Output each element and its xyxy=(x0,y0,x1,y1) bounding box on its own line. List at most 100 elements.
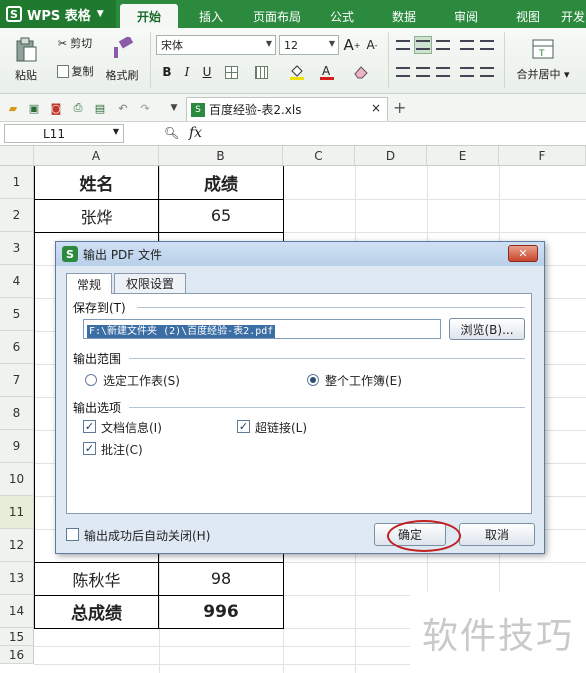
cell-b1[interactable]: 成绩 xyxy=(159,166,283,199)
cell-b13[interactable]: 98 xyxy=(159,562,283,595)
borders-button[interactable] xyxy=(222,63,240,81)
paste-button[interactable]: 粘贴 xyxy=(6,34,46,86)
open-folder-icon[interactable]: ▰ xyxy=(6,101,20,115)
browse-button[interactable]: 浏览(B)... xyxy=(449,318,525,340)
row-header-8[interactable]: 8 xyxy=(0,397,34,430)
align-top-button[interactable] xyxy=(394,36,412,54)
tab-page-layout[interactable]: 页面布局 xyxy=(246,4,308,28)
fill-pattern-button[interactable] xyxy=(252,63,270,81)
checkbox-comment[interactable]: ✓ xyxy=(83,442,96,455)
tab-permissions[interactable]: 权限设置 xyxy=(114,273,186,293)
align-middle-button[interactable] xyxy=(414,36,432,54)
cell-b14[interactable]: 996 xyxy=(159,595,283,628)
row-header-9[interactable]: 9 xyxy=(0,430,34,463)
underline-button[interactable]: U xyxy=(198,63,216,81)
svg-text:T: T xyxy=(538,49,545,59)
insert-function-button[interactable]: fx xyxy=(189,125,202,141)
wps-app-menu[interactable]: S WPS 表格 ▼ xyxy=(0,0,116,28)
row-header-10[interactable]: 10 xyxy=(0,463,34,496)
row-header-12[interactable]: 12 xyxy=(0,529,34,562)
column-header-b[interactable]: B xyxy=(159,146,283,166)
tab-data[interactable]: 数据 xyxy=(380,4,428,28)
column-header-a[interactable]: A xyxy=(34,146,159,166)
row-header-14[interactable]: 14 xyxy=(0,595,34,628)
row-header-13[interactable]: 13 xyxy=(0,562,34,595)
tab-review[interactable]: 审阅 xyxy=(442,4,490,28)
align-left-button[interactable] xyxy=(394,63,412,81)
print-icon[interactable]: ⎙ xyxy=(71,101,85,115)
save-path-input[interactable]: F:\新建文件夹 (2)\百度经验-表2.pdf xyxy=(83,319,441,339)
checkbox-auto-close[interactable] xyxy=(66,528,79,541)
row-header-1[interactable]: 1 xyxy=(0,166,34,199)
shrink-font-button[interactable]: A- xyxy=(363,36,381,54)
copy-button[interactable]: 复制 xyxy=(52,62,98,80)
row-header-7[interactable]: 7 xyxy=(0,364,34,397)
undo-icon[interactable]: ↶ xyxy=(116,101,130,115)
align-center-button[interactable] xyxy=(414,63,432,81)
column-header-e[interactable]: E xyxy=(427,146,499,166)
font-color-button[interactable]: A xyxy=(318,63,336,81)
row-header-2[interactable]: 2 xyxy=(0,199,34,232)
increase-indent-button[interactable] xyxy=(478,36,496,54)
cell-a14[interactable]: 总成绩 xyxy=(34,595,159,628)
grow-font-button[interactable]: A + xyxy=(343,36,361,54)
shrink-font-label: A xyxy=(366,38,375,52)
cut-button[interactable]: ✂ 剪切 xyxy=(52,34,98,52)
cell-b2[interactable]: 65 xyxy=(159,199,283,232)
checkbox-doc-info[interactable]: ✓ xyxy=(83,420,96,433)
radio-selected-sheet[interactable] xyxy=(85,374,97,386)
column-header-d[interactable]: D xyxy=(355,146,427,166)
column-header-c[interactable]: C xyxy=(283,146,355,166)
print-preview-icon[interactable]: ▤ xyxy=(93,101,107,115)
fill-color-button[interactable] xyxy=(288,63,306,81)
merge-center-button[interactable]: T 合并居中 ▾ xyxy=(510,34,576,86)
tab-view[interactable]: 视图 xyxy=(504,4,552,28)
name-box[interactable]: L11 ▼ xyxy=(4,124,124,143)
row-header-4[interactable]: 4 xyxy=(0,265,34,298)
cell-a2[interactable]: 张烨 xyxy=(34,199,159,232)
format-painter-icon xyxy=(114,37,134,58)
align-bottom-button[interactable] xyxy=(434,36,452,54)
align-right-icon xyxy=(436,67,450,77)
cell-a1[interactable]: 姓名 xyxy=(34,166,159,199)
paste-label: 粘贴 xyxy=(15,69,37,82)
tab-developer[interactable]: 开发 xyxy=(560,4,586,28)
new-tab-button[interactable]: + xyxy=(393,98,406,117)
font-name-combo[interactable]: 宋体 ▼ xyxy=(156,35,276,55)
tab-formulas[interactable]: 公式 xyxy=(318,4,366,28)
column-header-f[interactable]: F xyxy=(499,146,586,166)
font-size-combo[interactable]: 12 ▼ xyxy=(279,35,339,55)
row-header-6[interactable]: 6 xyxy=(0,331,34,364)
align-top-icon xyxy=(396,40,410,50)
justify-button[interactable] xyxy=(458,63,476,81)
zoom-search-icon[interactable]: 🔍︎ xyxy=(164,126,179,140)
tab-insert[interactable]: 插入 xyxy=(184,4,238,28)
row-header-3[interactable]: 3 xyxy=(0,232,34,265)
clear-format-button[interactable] xyxy=(352,63,370,81)
align-right-button[interactable] xyxy=(434,63,452,81)
italic-button[interactable]: I xyxy=(178,63,196,81)
radio-whole-workbook[interactable] xyxy=(307,374,319,386)
dialog-title-bar[interactable]: S 输出 PDF 文件 ✕ xyxy=(56,242,544,266)
row-header-15[interactable]: 15 xyxy=(0,628,34,646)
tab-home[interactable]: 开始 xyxy=(120,4,178,28)
close-icon[interactable]: ✕ xyxy=(508,245,538,262)
checkbox-hyperlink[interactable]: ✓ xyxy=(237,420,250,433)
select-all-corner[interactable] xyxy=(0,146,34,166)
distributed-button[interactable] xyxy=(478,63,496,81)
export-pdf-icon[interactable]: ◙ xyxy=(49,101,63,115)
tab-general[interactable]: 常规 xyxy=(66,273,112,294)
row-header-16[interactable]: 16 xyxy=(0,646,34,664)
save-icon[interactable]: ▣ xyxy=(27,101,41,115)
redo-icon[interactable]: ↷ xyxy=(138,101,152,115)
format-painter-button[interactable]: 格式刷 xyxy=(102,34,142,86)
row-header-11[interactable]: 11 xyxy=(0,496,34,529)
close-icon[interactable]: × xyxy=(371,101,381,115)
document-tab[interactable]: S 百度经验-表2.xls × xyxy=(186,97,388,121)
decrease-indent-button[interactable] xyxy=(458,36,476,54)
row-header-5[interactable]: 5 xyxy=(0,298,34,331)
chevron-down-icon[interactable]: ▼ xyxy=(167,101,181,115)
cell-a13[interactable]: 陈秋华 xyxy=(34,562,159,595)
cancel-button[interactable]: 取消 xyxy=(459,523,535,546)
bold-button[interactable]: B xyxy=(158,63,176,81)
